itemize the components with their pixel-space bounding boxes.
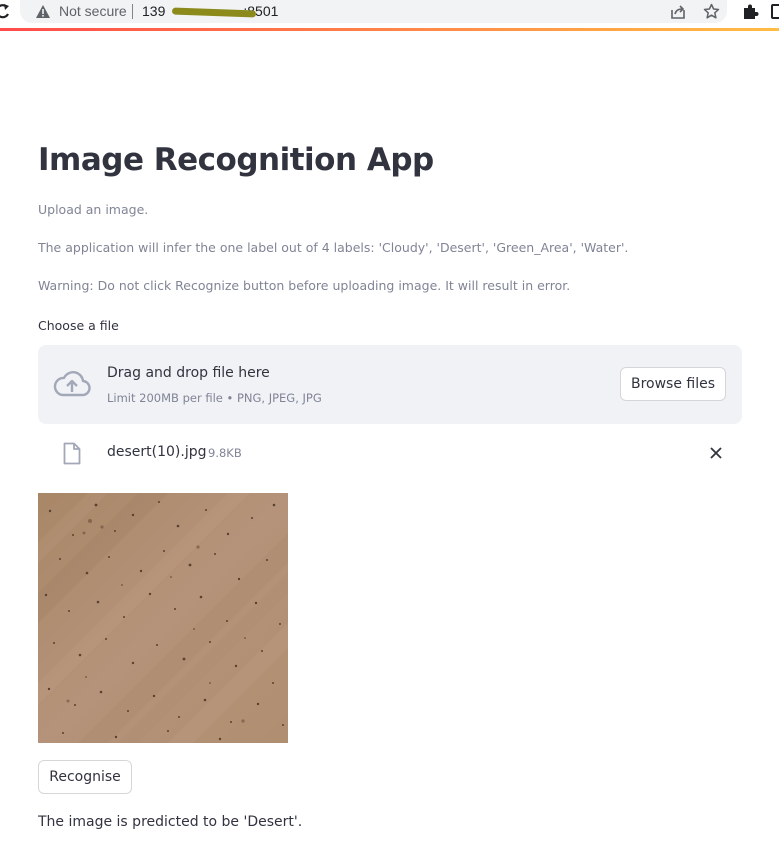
bookmark-star-icon[interactable]	[703, 3, 720, 20]
uploaded-file-size: 9.8KB	[208, 446, 242, 460]
close-icon[interactable]	[707, 444, 725, 462]
uploaded-image	[38, 493, 288, 743]
page-title: Image Recognition App	[38, 142, 434, 178]
side-panel-icon[interactable]	[771, 4, 779, 19]
browse-files-button[interactable]: Browse files	[620, 367, 726, 401]
dropzone-title: Drag and drop file here	[107, 365, 270, 381]
divider	[132, 4, 133, 19]
desert-sand-image	[38, 493, 288, 743]
instruction-upload: Upload an image.	[38, 202, 149, 217]
share-icon[interactable]	[670, 4, 686, 20]
instruction-warning: Warning: Do not click Recognize button b…	[38, 278, 571, 293]
cloud-upload-icon	[53, 371, 91, 397]
file-icon	[63, 442, 81, 465]
recognise-button[interactable]: Recognise	[38, 760, 132, 794]
address-bar[interactable]: Not secure 139:8501	[20, 0, 727, 23]
reload-icon[interactable]	[0, 2, 11, 20]
extensions-puzzle-icon[interactable]	[741, 3, 759, 21]
prediction-result: The image is predicted to be 'Desert'.	[38, 814, 303, 830]
app-header-decoration	[0, 28, 779, 31]
browser-toolbar: Not secure 139:8501	[0, 0, 779, 28]
security-status[interactable]: Not secure	[59, 3, 127, 19]
file-uploader-label: Choose a file	[38, 318, 119, 333]
warning-icon[interactable]	[35, 4, 51, 19]
dropzone-limit: Limit 200MB per file • PNG, JPEG, JPG	[107, 391, 322, 405]
file-dropzone[interactable]: Drag and drop file here Limit 200MB per …	[38, 345, 742, 424]
uploaded-file-row: desert(10).jpg 9.8KB	[38, 436, 742, 470]
instruction-labels: The application will infer the one label…	[38, 240, 629, 255]
uploaded-file-name: desert(10).jpg	[107, 444, 207, 460]
